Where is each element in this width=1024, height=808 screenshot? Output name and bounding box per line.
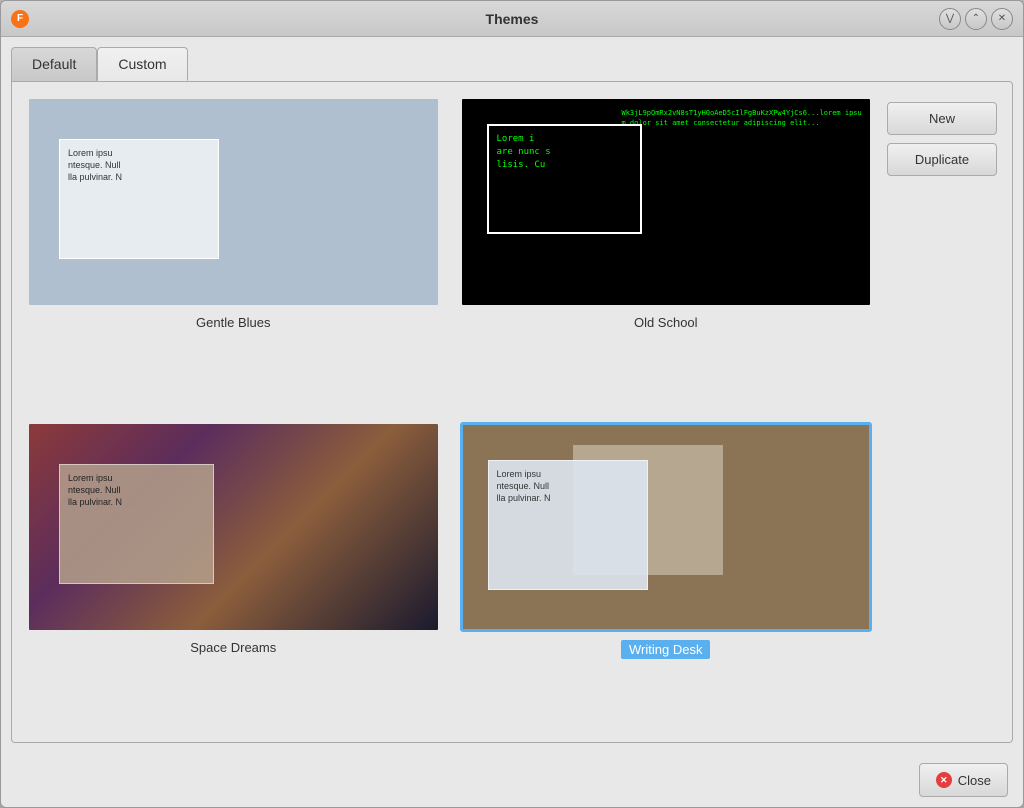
app-icon: F: [11, 10, 29, 28]
theme-preview-old-school: Wk3jL9pQmRx2vN8sT1yH0oAeD5cIlFgBuKzXPw4Y…: [460, 97, 873, 307]
old-school-bg: Wk3jL9pQmRx2vN8sT1yH0oAeD5cIlFgBuKzXPw4Y…: [462, 99, 871, 305]
bottom-bar: ✕ Close: [1, 753, 1023, 807]
titlebar-controls: ⋁ ⌃ ✕: [939, 8, 1013, 30]
wd-text-line-1: Lorem ipsu: [497, 469, 639, 479]
new-button[interactable]: New: [887, 102, 997, 135]
themes-window: F Themes ⋁ ⌃ ✕ Default Custom: [0, 0, 1024, 808]
old-school-text-area: Lorem i are nunc s lisis. Cu: [487, 124, 642, 234]
theme-item-space-dreams[interactable]: Lorem ipsu ntesque. Null lla pulvinar. N…: [27, 422, 440, 727]
tab-default[interactable]: Default: [11, 47, 97, 81]
space-dreams-bg: Lorem ipsu ntesque. Null lla pulvinar. N: [29, 424, 438, 630]
sd-text-line-1: Lorem ipsu: [68, 473, 205, 483]
main-content: Default Custom Lorem ipsu ntesque. Null: [1, 37, 1023, 753]
space-dreams-text-area: Lorem ipsu ntesque. Null lla pulvinar. N: [59, 464, 214, 584]
side-buttons: New Duplicate: [887, 97, 997, 727]
themes-grid: Lorem ipsu ntesque. Null lla pulvinar. N…: [27, 97, 872, 727]
theme-label-old-school: Old School: [634, 315, 698, 330]
text-line-2: ntesque. Null: [68, 160, 210, 170]
os-text-line-2: are nunc s: [497, 147, 632, 157]
theme-item-gentle-blues[interactable]: Lorem ipsu ntesque. Null lla pulvinar. N…: [27, 97, 440, 402]
duplicate-button[interactable]: Duplicate: [887, 143, 997, 176]
close-window-button[interactable]: ✕: [991, 8, 1013, 30]
wd-text-line-3: lla pulvinar. N: [497, 493, 639, 503]
themes-panel: Lorem ipsu ntesque. Null lla pulvinar. N…: [11, 81, 1013, 743]
sd-text-line-2: ntesque. Null: [68, 485, 205, 495]
minimize-button[interactable]: ⋁: [939, 8, 961, 30]
writing-desk-bg: Lorem ipsu ntesque. Null lla pulvinar. N: [463, 425, 870, 629]
theme-label-gentle-blues: Gentle Blues: [196, 315, 270, 330]
os-text-line-1: Lorem i: [497, 134, 632, 144]
gentle-blues-bg: Lorem ipsu ntesque. Null lla pulvinar. N: [29, 99, 438, 305]
theme-item-writing-desk[interactable]: Lorem ipsu ntesque. Null lla pulvinar. N…: [460, 422, 873, 727]
theme-label-space-dreams: Space Dreams: [190, 640, 276, 655]
close-icon: ✕: [936, 772, 952, 788]
sd-text-line-3: lla pulvinar. N: [68, 497, 205, 507]
close-label: Close: [958, 773, 991, 788]
tab-custom[interactable]: Custom: [97, 47, 187, 81]
maximize-button[interactable]: ⌃: [965, 8, 987, 30]
theme-preview-gentle-blues: Lorem ipsu ntesque. Null lla pulvinar. N: [27, 97, 440, 307]
titlebar: F Themes ⋁ ⌃ ✕: [1, 1, 1023, 37]
theme-preview-writing-desk: Lorem ipsu ntesque. Null lla pulvinar. N: [460, 422, 873, 632]
writing-desk-text-area: Lorem ipsu ntesque. Null lla pulvinar. N: [488, 460, 648, 590]
titlebar-left: F: [11, 10, 29, 28]
window-title: Themes: [486, 11, 539, 27]
text-line-1: Lorem ipsu: [68, 148, 210, 158]
text-line-3: lla pulvinar. N: [68, 172, 210, 182]
os-text-line-3: lisis. Cu: [497, 160, 632, 170]
close-button[interactable]: ✕ Close: [919, 763, 1008, 797]
theme-preview-space-dreams: Lorem ipsu ntesque. Null lla pulvinar. N: [27, 422, 440, 632]
wd-text-line-2: ntesque. Null: [497, 481, 639, 491]
gentle-blues-text-area: Lorem ipsu ntesque. Null lla pulvinar. N: [59, 139, 219, 259]
theme-label-writing-desk: Writing Desk: [621, 640, 710, 659]
old-school-bg-text: Wk3jL9pQmRx2vN8sT1yH0oAeD5cIlFgBuKzXPw4Y…: [622, 109, 866, 129]
tab-bar: Default Custom: [11, 47, 1013, 81]
theme-item-old-school[interactable]: Wk3jL9pQmRx2vN8sT1yH0oAeD5cIlFgBuKzXPw4Y…: [460, 97, 873, 402]
